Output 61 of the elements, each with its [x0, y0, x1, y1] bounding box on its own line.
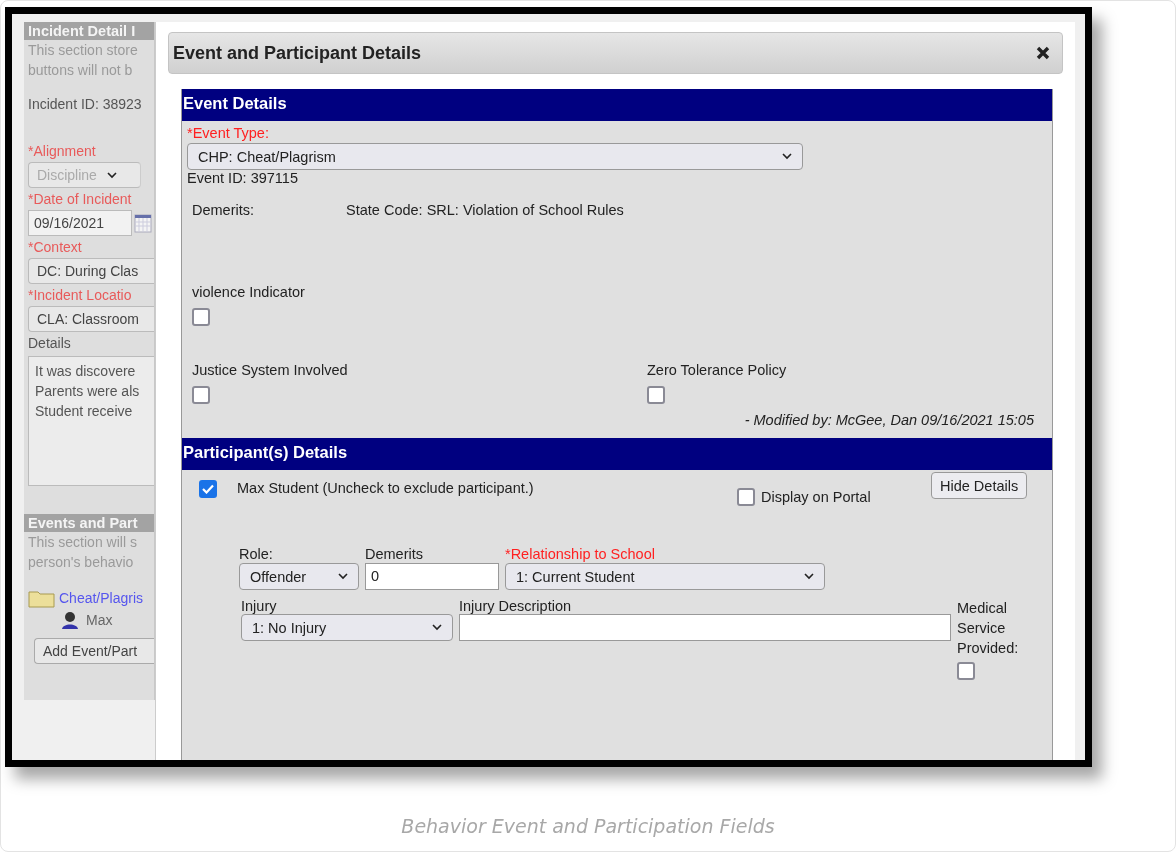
chevron-icon	[804, 573, 814, 580]
demerits-field[interactable]: 0	[365, 563, 499, 590]
section-header: Event Details	[182, 89, 1052, 121]
participant-label: Max Student (Uncheck to exclude participant.)	[237, 480, 535, 496]
section-description: This section store	[27, 41, 139, 60]
field-label: *Relationship to School	[505, 546, 656, 562]
person-icon	[60, 610, 80, 630]
add-event-button[interactable]: Add Event/Part	[34, 638, 154, 664]
field-label: Demerits	[365, 546, 424, 562]
relationship-dropdown[interactable]: 1: Current Student	[505, 563, 825, 590]
dropdown[interactable]: DC: During Clas	[28, 258, 154, 284]
field-label: *Alignment	[27, 142, 97, 161]
state-code: State Code: SRL: Violation of School Rules	[346, 202, 624, 218]
checkbox[interactable]	[192, 308, 210, 326]
checkbox-label: Display on Portal	[761, 489, 871, 505]
tree-item[interactable]: Max	[86, 612, 113, 628]
date-field[interactable]: 09/16/2021	[28, 210, 132, 236]
details-textarea[interactable]: It was discovere Parents were als Student receive	[28, 356, 154, 486]
chevron-icon	[338, 573, 348, 580]
field-label: *Context	[27, 238, 83, 257]
incident-id: Incident ID: 38923	[27, 96, 143, 112]
section-description: person's behavio	[27, 553, 135, 572]
field-label: Details	[27, 334, 72, 353]
tree-link[interactable]: Cheat/Plagris	[59, 590, 144, 606]
field-label: *Event Type:	[187, 125, 270, 141]
injury-description-field[interactable]	[459, 614, 951, 641]
checkbox[interactable]	[737, 488, 755, 506]
field-label: Role:	[239, 546, 274, 562]
field-label: *Date of Incident	[27, 190, 133, 209]
checkbox[interactable]	[199, 480, 217, 498]
event-type-dropdown[interactable]: CHP: Cheat/Plagrism	[187, 143, 803, 170]
field-label: *Incident Locatio	[27, 286, 133, 305]
injury-dropdown[interactable]: 1: No Injury	[241, 614, 453, 641]
section-header: Participant(s) Details	[182, 438, 1052, 470]
hide-details-button[interactable]: Hide Details	[931, 472, 1028, 499]
section-header: Incident Detail I	[24, 22, 154, 40]
field-label: Justice System Involved	[192, 362, 349, 378]
chevron-icon	[106, 171, 117, 179]
dialog-title: Event and Participant Details	[173, 42, 422, 64]
checkbox[interactable]	[957, 662, 975, 680]
field-label: Injury Description	[459, 598, 572, 614]
field-label: Injury	[241, 598, 278, 614]
field-label: violence Indicator	[192, 284, 306, 300]
calendar-icon[interactable]	[134, 213, 152, 233]
section-header: Events and Part	[24, 514, 154, 532]
folder-icon	[28, 588, 56, 608]
section-description: buttons will not b	[27, 61, 134, 80]
checkbox[interactable]	[192, 386, 210, 404]
role-dropdown[interactable]: Offender	[239, 563, 359, 590]
field-label: Medical Service Provided:	[957, 599, 1020, 658]
section-description: This section will s	[27, 533, 138, 552]
event-id: Event ID: 397115	[187, 170, 299, 186]
modified-by-text: - Modified by: McGee, Dan 09/16/2021 15:05	[744, 412, 1034, 428]
dropdown[interactable]: CLA: Classroom	[28, 306, 154, 332]
field-label: Demerits:	[192, 202, 255, 218]
figure-caption: Behavior Event and Participation Fields	[400, 815, 776, 837]
checkbox[interactable]	[647, 386, 665, 404]
field-label: Zero Tolerance Policy	[647, 362, 787, 378]
chevron-icon	[782, 153, 792, 160]
chevron-icon	[432, 624, 442, 631]
close-icon[interactable]	[1036, 46, 1050, 60]
